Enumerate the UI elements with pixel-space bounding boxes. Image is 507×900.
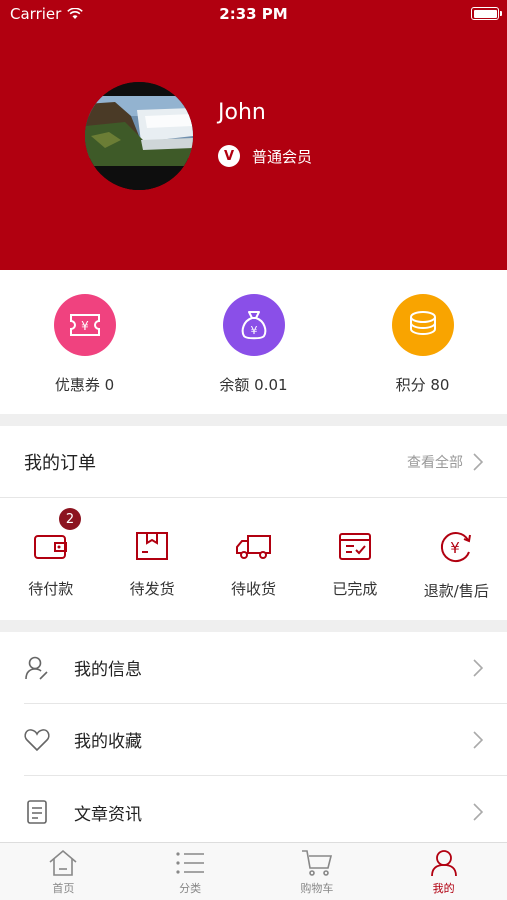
stat-balance-label: 余额 0.01	[219, 376, 288, 394]
order-pending-payment-label: 待付款	[28, 580, 74, 598]
avatar[interactable]	[85, 82, 193, 190]
money-bag-icon: ¥	[222, 294, 285, 356]
order-to-ship-label: 待发货	[129, 580, 175, 598]
order-to-ship[interactable]: 待发货	[101, 498, 202, 620]
tab-home-label: 首页	[52, 882, 75, 895]
tab-category[interactable]: 分类	[127, 843, 254, 900]
chevron-right-icon	[473, 803, 483, 821]
user-icon	[430, 850, 457, 877]
home-icon	[49, 849, 77, 876]
tab-category-label: 分类	[179, 882, 202, 895]
list-icon	[176, 852, 205, 874]
member-level-label: 普通会员	[252, 147, 313, 166]
menu-my-info-label: 我的信息	[74, 660, 142, 680]
package-icon	[136, 532, 169, 560]
tab-cart[interactable]: 购物车	[254, 843, 381, 900]
orders-section: 我的订单 查看全部 2 待付款 待发货 待收货 已完成 ¥ 退款/售后	[0, 426, 507, 620]
stat-balance[interactable]: ¥ 余额 0.01	[169, 270, 338, 414]
chevron-right-icon	[473, 730, 483, 749]
wallet-icon	[33, 535, 67, 559]
view-all-orders[interactable]: 查看全部	[407, 452, 483, 472]
refund-icon: ¥	[441, 532, 472, 562]
vip-badge-icon: V	[218, 145, 240, 167]
status-bar: Carrier 2:33 PM	[0, 0, 507, 28]
svg-text:¥: ¥	[81, 319, 89, 333]
coins-icon	[391, 294, 454, 356]
stat-points-label: 积分 80	[395, 376, 450, 394]
tab-bar: 首页 分类 购物车 我的	[0, 842, 507, 900]
completed-icon	[338, 533, 371, 560]
member-level: V 普通会员	[218, 145, 312, 167]
orders-title: 我的订单	[24, 452, 96, 474]
order-completed[interactable]: 已完成	[304, 498, 405, 620]
tab-cart-label: 购物车	[300, 882, 334, 895]
stat-coupon[interactable]: ¥ 优惠券 0	[0, 270, 169, 414]
account-stats: ¥ 优惠券 0 ¥ 余额 0.01 积分 80	[0, 270, 507, 414]
tab-home[interactable]: 首页	[0, 843, 127, 900]
stat-points[interactable]: 积分 80	[338, 270, 507, 414]
menu-my-info[interactable]: 我的信息	[24, 632, 507, 704]
svg-text:¥: ¥	[451, 539, 461, 557]
profile-header: John V 普通会员	[0, 0, 507, 270]
menu-favorites[interactable]: 我的收藏	[24, 704, 507, 776]
menu-articles-label: 文章资讯	[74, 804, 142, 825]
username: John	[218, 100, 266, 125]
clock: 2:33 PM	[219, 5, 288, 23]
pending-payment-count: 2	[59, 508, 81, 530]
menu-articles[interactable]: 文章资讯	[24, 776, 507, 848]
chevron-right-icon	[473, 452, 483, 471]
order-pending-payment[interactable]: 2 待付款	[0, 498, 101, 620]
battery-icon	[471, 7, 502, 20]
order-to-receive-label: 待收货	[231, 580, 277, 598]
tab-me[interactable]: 我的	[380, 843, 507, 900]
view-all-label: 查看全部	[407, 454, 463, 471]
menu-favorites-label: 我的收藏	[74, 732, 142, 752]
order-completed-label: 已完成	[332, 580, 378, 598]
order-refund-label: 退款/售后	[423, 582, 489, 600]
svg-text:¥: ¥	[250, 324, 257, 337]
stat-coupon-label: 优惠券 0	[54, 376, 115, 394]
truck-icon	[235, 535, 271, 559]
chevron-right-icon	[473, 658, 483, 677]
order-refund[interactable]: ¥ 退款/售后	[406, 498, 507, 620]
menu-list: 我的信息 我的收藏 文章资讯	[0, 632, 507, 842]
order-to-receive[interactable]: 待收货	[203, 498, 304, 620]
order-status-row: 2 待付款 待发货 待收货 已完成 ¥ 退款/售后	[0, 498, 507, 620]
heart-icon	[24, 727, 50, 753]
cart-icon	[301, 850, 332, 876]
tab-me-label: 我的	[432, 882, 455, 895]
user-edit-icon	[24, 655, 50, 681]
waterfall-photo	[85, 82, 193, 190]
coupon-icon: ¥	[53, 294, 116, 356]
article-icon	[24, 799, 50, 825]
orders-header[interactable]: 我的订单 查看全部	[0, 426, 507, 498]
